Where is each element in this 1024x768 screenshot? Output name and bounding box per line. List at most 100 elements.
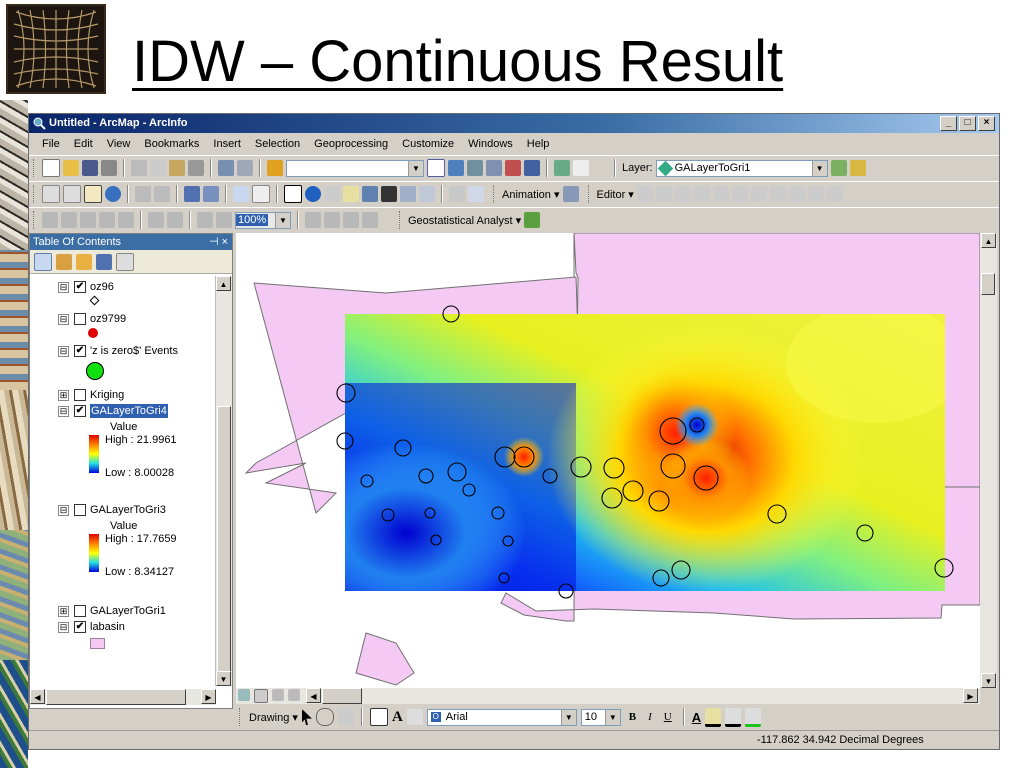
hyperlink-icon[interactable] <box>324 186 340 202</box>
expand-toggle[interactable]: ⊞ <box>58 390 69 401</box>
layer-visibility-checkbox[interactable] <box>74 389 86 401</box>
zoom-in-icon[interactable] <box>42 185 60 203</box>
font-name-select[interactable]: O Arial ▼ <box>426 708 577 726</box>
histogram-icon[interactable] <box>830 160 847 176</box>
search-window-icon[interactable] <box>486 160 502 176</box>
map-scroll-up-button[interactable]: ▲ <box>981 233 996 248</box>
zoom-percent-combo[interactable]: 100% ▼ <box>235 211 291 229</box>
clear-selection-icon[interactable] <box>252 185 270 203</box>
forward-icon[interactable] <box>203 186 219 202</box>
layer-visibility-checkbox[interactable]: ✔ <box>74 345 86 357</box>
toc-options-icon[interactable] <box>116 252 134 271</box>
layout-pan-icon[interactable] <box>80 212 96 228</box>
redo-icon[interactable] <box>237 160 253 176</box>
toc-vertical-scrollbar[interactable]: ▲ ▼ <box>215 276 232 686</box>
expand-toggle[interactable]: ⊟ <box>58 282 69 293</box>
map-vertical-scrollbar[interactable]: ▲ ▼ <box>980 233 997 688</box>
expand-toggle[interactable]: ⊞ <box>58 606 69 617</box>
scroll-right-button[interactable]: ▶ <box>201 689 216 704</box>
fixed-zoom-out-icon[interactable] <box>154 186 170 202</box>
menu-view[interactable]: View <box>100 138 138 150</box>
editor-menu[interactable]: Editor ▾ <box>597 188 634 201</box>
cut-icon[interactable] <box>131 160 147 176</box>
menu-help[interactable]: Help <box>520 138 557 150</box>
expand-toggle[interactable]: ⊟ <box>58 346 69 357</box>
python-icon[interactable] <box>524 160 540 176</box>
toc-close-button[interactable]: ⊣ × <box>209 234 228 250</box>
arctoolbox-icon[interactable] <box>505 160 521 176</box>
select-features-icon[interactable] <box>233 186 249 202</box>
font-size-select[interactable]: 10 ▼ <box>580 708 621 726</box>
scroll-up-button[interactable]: ▲ <box>216 276 231 291</box>
modelbuilder-icon[interactable] <box>554 160 570 176</box>
data-view-icon[interactable] <box>238 689 250 701</box>
identify-icon[interactable] <box>305 186 321 202</box>
zoom-to-elements-icon[interactable] <box>337 709 354 725</box>
layer-select[interactable]: GALayerToGri1 ▼ <box>655 159 828 177</box>
zoom-whole-page-icon[interactable] <box>99 212 115 228</box>
straight-segment-icon[interactable] <box>674 186 691 202</box>
reshape-icon[interactable] <box>769 186 786 202</box>
rotate-element-icon[interactable] <box>315 708 334 726</box>
go-forward-extent-icon[interactable] <box>216 212 232 228</box>
font-color-button[interactable]: A <box>692 710 701 725</box>
menu-selection[interactable]: Selection <box>248 138 307 150</box>
fixed-zoom-in-layout-icon[interactable] <box>148 212 164 228</box>
cut-polygons-icon[interactable] <box>788 186 805 202</box>
bold-button[interactable]: B <box>625 711 640 723</box>
layer-visibility-checkbox[interactable]: ✔ <box>74 405 86 417</box>
time-slider-icon[interactable] <box>449 186 465 202</box>
list-by-selection-icon[interactable] <box>96 253 112 270</box>
list-by-drawing-order-icon[interactable] <box>34 252 52 271</box>
go-back-extent-icon[interactable] <box>197 212 213 228</box>
catalog-icon[interactable] <box>467 160 483 176</box>
add-data-icon[interactable] <box>267 160 283 176</box>
layout-zoom-out-icon[interactable] <box>61 212 77 228</box>
fill-color-icon[interactable] <box>705 707 722 727</box>
paste-icon[interactable] <box>169 160 185 176</box>
html-popup-icon[interactable] <box>343 186 359 202</box>
table-icon[interactable] <box>448 160 464 176</box>
fixed-zoom-out-layout-icon[interactable] <box>167 212 183 228</box>
line-color-icon[interactable] <box>725 707 742 727</box>
expand-toggle[interactable]: ⊟ <box>58 505 69 516</box>
layer-visibility-checkbox[interactable] <box>74 504 86 516</box>
italic-button[interactable]: I <box>644 711 656 723</box>
text-tool-icon[interactable]: A <box>392 709 403 726</box>
refresh-view-icon[interactable] <box>272 689 284 701</box>
pause-drawing-icon[interactable] <box>288 689 300 701</box>
delete-icon[interactable] <box>188 160 204 176</box>
print-icon[interactable] <box>101 160 117 176</box>
expand-toggle[interactable]: ⊟ <box>58 314 69 325</box>
open-icon[interactable] <box>63 160 79 176</box>
drawing-menu[interactable]: Drawing ▾ <box>249 711 298 724</box>
map-scale-combo[interactable]: ▼ <box>286 159 424 177</box>
copy-icon[interactable] <box>150 160 166 176</box>
chart-icon[interactable] <box>849 160 866 176</box>
minimize-button[interactable]: _ <box>940 116 957 131</box>
toc-horizontal-scrollbar[interactable]: ◀ ▶ <box>30 689 216 705</box>
animation-menu[interactable]: Animation ▾ <box>502 188 560 201</box>
undo-icon[interactable] <box>218 160 234 176</box>
h-scroll-thumb[interactable] <box>46 689 186 705</box>
globe-icon[interactable] <box>105 186 121 202</box>
layer-visibility-checkbox[interactable]: ✔ <box>74 281 86 293</box>
back-icon[interactable] <box>184 186 200 202</box>
edit-annotation-icon[interactable] <box>655 186 672 202</box>
select-icon[interactable] <box>284 185 302 203</box>
menu-bookmarks[interactable]: Bookmarks <box>137 138 206 150</box>
map-horizontal-scrollbar[interactable]: ◀ ▶ <box>236 688 980 704</box>
layer-visibility-checkbox[interactable]: ✔ <box>74 621 86 633</box>
geostatistical-analyst-menu[interactable]: Geostatistical Analyst ▾ <box>408 214 521 227</box>
menu-geoprocessing[interactable]: Geoprocessing <box>307 138 395 150</box>
trace-icon[interactable] <box>712 186 729 202</box>
edit-tool-icon[interactable] <box>636 186 653 202</box>
menu-edit[interactable]: Edit <box>67 138 100 150</box>
pan-icon[interactable] <box>84 185 102 203</box>
map-h-scroll-thumb[interactable] <box>322 688 362 704</box>
scroll-down-button[interactable]: ▼ <box>216 671 231 686</box>
find-route-icon[interactable] <box>400 186 416 202</box>
map-view[interactable] <box>236 233 980 688</box>
rectangle-tool-icon[interactable] <box>369 708 388 726</box>
select-elements-icon[interactable] <box>301 709 312 725</box>
